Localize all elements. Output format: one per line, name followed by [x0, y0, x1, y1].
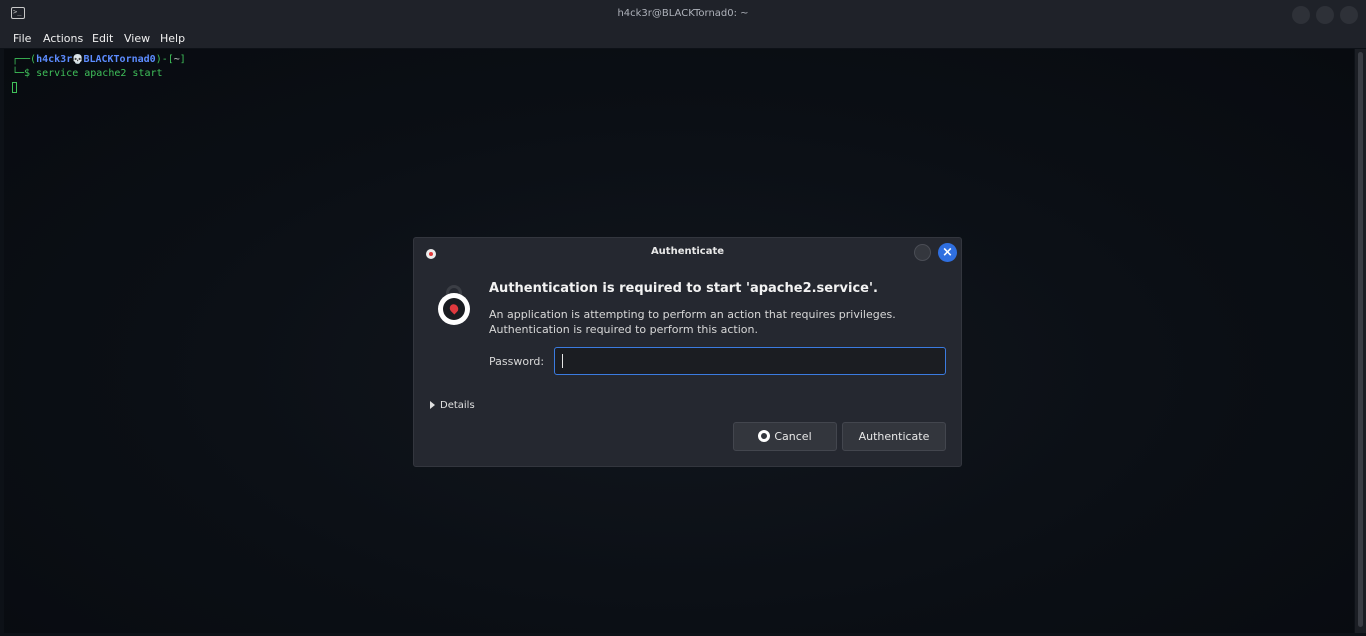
- prompt-host: BLACKTornad0: [83, 54, 156, 65]
- prompt-line: ┌──(h4ck3r💀BLACKTornad0)-[~]: [12, 53, 186, 67]
- window-titlebar: >_ h4ck3r@BLACKTornad0: ~: [0, 0, 1366, 30]
- authenticate-button[interactable]: Authenticate: [842, 422, 946, 451]
- prompt-symbol: └─$: [12, 68, 31, 79]
- close-window-button[interactable]: [1340, 6, 1358, 24]
- dialog-minimize-button[interactable]: [914, 244, 931, 261]
- menu-help[interactable]: Help: [160, 32, 185, 45]
- cancel-button[interactable]: Cancel: [733, 422, 837, 451]
- prompt-mid: )-[: [155, 54, 174, 65]
- menubar: File Actions Edit View Help: [0, 30, 1366, 48]
- prompt-close: ]: [179, 54, 186, 65]
- skull-icon: 💀: [72, 55, 84, 65]
- password-label: Password:: [489, 355, 545, 368]
- terminal-cursor: [12, 82, 17, 93]
- cancel-icon: [758, 430, 771, 442]
- prompt-user: h4ck3r: [36, 54, 73, 65]
- lock-icon: [438, 285, 470, 325]
- menu-actions[interactable]: Actions: [43, 32, 83, 45]
- dialog-close-button[interactable]: ×: [938, 243, 957, 262]
- cancel-label: Cancel: [774, 430, 812, 443]
- text-caret: [562, 354, 563, 368]
- dialog-description: An application is attempting to perform …: [489, 308, 896, 336]
- dialog-heading: Authentication is required to start 'apa…: [489, 281, 878, 296]
- maximize-button[interactable]: [1316, 6, 1334, 24]
- menu-file[interactable]: File: [13, 32, 31, 45]
- command-line: └─$ service apache2 start: [12, 67, 163, 81]
- menu-edit[interactable]: Edit: [92, 32, 113, 45]
- authenticate-label: Authenticate: [858, 430, 930, 443]
- dialog-title: Authenticate: [650, 246, 725, 257]
- terminal-scrollbar[interactable]: [1355, 49, 1366, 633]
- chevron-right-icon: [430, 401, 435, 409]
- close-icon: ×: [942, 245, 953, 260]
- window-title: h4ck3r@BLACKTornad0: ~: [617, 8, 749, 19]
- password-field[interactable]: [554, 347, 946, 375]
- prompt-open: ┌──(: [12, 54, 37, 65]
- scrollbar-thumb[interactable]: [1358, 52, 1363, 627]
- authenticate-dialog: Authenticate × Authentication is require…: [413, 237, 962, 467]
- command-text: service apache2 start: [30, 68, 163, 79]
- minimize-button[interactable]: [1292, 6, 1310, 24]
- menu-view[interactable]: View: [124, 32, 150, 45]
- details-label: Details: [440, 400, 475, 411]
- details-expander[interactable]: Details: [430, 400, 475, 411]
